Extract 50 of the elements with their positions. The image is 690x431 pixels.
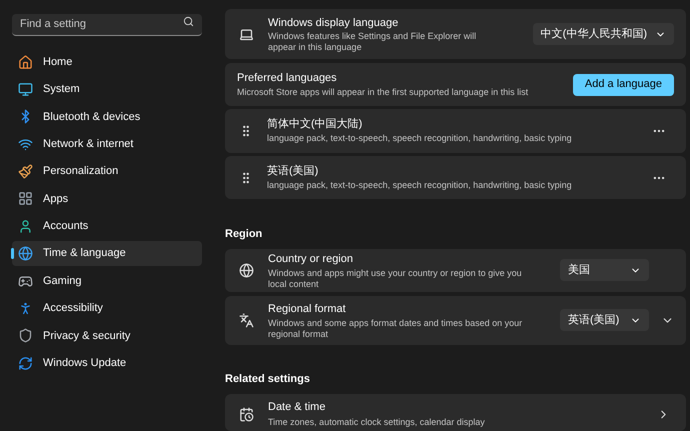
accessibility-icon [18, 301, 33, 316]
setting-description: Windows and some apps format dates and times based on your regional format [268, 318, 524, 340]
sidebar-item[interactable]: Gaming [12, 268, 202, 294]
setting-title: Date & time [268, 400, 326, 416]
sidebar-item[interactable]: Home [12, 50, 202, 74]
setting-title: Preferred languages [237, 70, 338, 86]
selection-indicator [11, 248, 14, 260]
language-features: language pack, text-to-speech, speech recognition, handwriting, basic typing [267, 179, 573, 192]
setting-title: Regional format [268, 302, 347, 318]
search-field[interactable]: Find a setting [12, 14, 202, 36]
laptop-icon [239, 26, 254, 42]
grid-icon [18, 191, 33, 206]
language-name: 简体中文(中国大陆) [267, 116, 364, 132]
globe-icon [18, 246, 33, 262]
sidebar-item[interactable]: Network & internet [12, 132, 202, 157]
setting-description: Microsoft Store apps will appear in the first supported language in this list [237, 86, 530, 100]
language-name: 英语(美国) [267, 164, 320, 179]
monitor-icon [18, 82, 33, 97]
sidebar-item[interactable]: Bluetooth & devices [12, 104, 202, 130]
add-language-button[interactable]: Add a language [572, 74, 674, 96]
gamepad-icon [18, 274, 33, 289]
setting-title: Country or region [268, 252, 354, 268]
section-heading: Region [225, 227, 264, 242]
setting-description: Time zones, automatic clock settings, calendar display [268, 416, 486, 429]
setting-title: Windows display language [268, 16, 400, 31]
globe-icon [239, 262, 254, 278]
region-dropdown[interactable]: 美国 [560, 259, 649, 282]
house-icon [18, 54, 33, 70]
sidebar-item[interactable]: Windows Update [12, 350, 202, 376]
search-icon [183, 16, 194, 27]
sidebar-item[interactable]: Accounts [12, 214, 202, 239]
setting-description: Windows features like Settings and File Explorer will appear in this language [268, 31, 478, 54]
sidebar-item[interactable]: Privacy & security [12, 323, 202, 348]
region-dropdown[interactable]: 英语(美国) [560, 309, 649, 332]
sidebar-item[interactable]: Accessibility [12, 296, 202, 322]
update-icon [18, 356, 33, 371]
language-icon [239, 312, 254, 328]
person-icon [18, 218, 33, 234]
language-features: language pack, text-to-speech, speech recognition, handwriting, basic typing [267, 132, 573, 146]
setting-description: Windows and apps might use your country or region to give you local content [268, 268, 523, 290]
calendar-clock-icon [239, 406, 254, 422]
paintbrush-icon [18, 164, 33, 180]
shield-icon [18, 328, 33, 344]
sidebar-item[interactable]: Personalization [12, 159, 202, 184]
sidebar-item[interactable]: System [12, 76, 202, 102]
sidebar-item[interactable]: Time & language [12, 241, 202, 266]
section-heading: Related settings [225, 372, 311, 388]
sidebar-item[interactable]: Apps [12, 186, 202, 212]
language-dropdown[interactable]: 中文(中华人民共和国) [532, 23, 674, 46]
wifi-icon [18, 136, 33, 152]
